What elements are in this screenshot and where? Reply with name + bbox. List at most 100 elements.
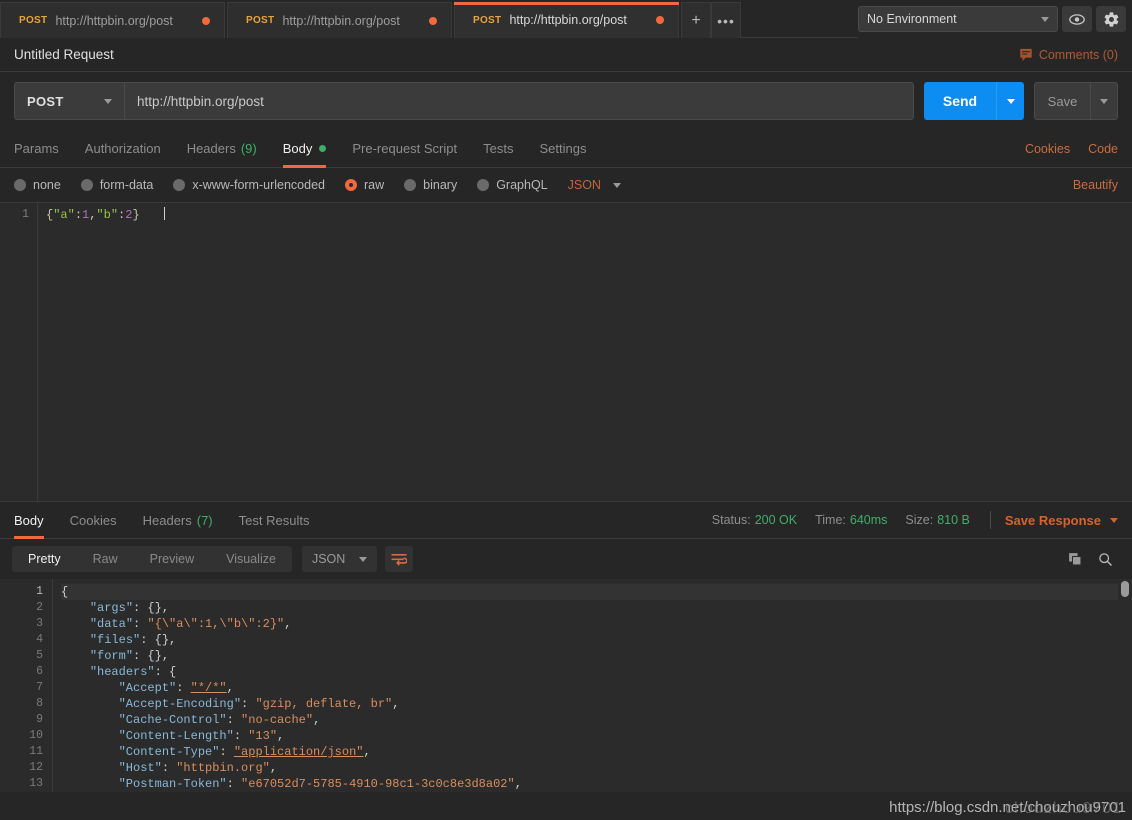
- line-number: 11: [29, 745, 43, 758]
- token-punc: ,: [226, 681, 234, 695]
- tab-label: Pre-request Script: [352, 141, 458, 156]
- token-punc: :: [241, 697, 256, 711]
- response-tab-headers[interactable]: Headers (7): [143, 501, 213, 539]
- tab-strip: POST http://httpbin.org/post POST http:/…: [0, 0, 741, 38]
- word-wrap-button[interactable]: [385, 546, 414, 572]
- line-number: 7: [36, 681, 43, 694]
- tab-options-button[interactable]: •••: [711, 2, 741, 38]
- response-format-selector[interactable]: JSON: [301, 546, 378, 572]
- watermark-overlay: chouzhou9701: [1005, 800, 1122, 817]
- token-sp: [61, 713, 119, 727]
- token-punc: :: [161, 761, 177, 775]
- http-method-selector[interactable]: POST: [14, 82, 124, 120]
- response-code[interactable]: { "args": {}, "data": "{\"a\":1,\"b\":2}…: [52, 579, 1132, 792]
- response-body-viewer[interactable]: 1 2 3 4 5 6 7 8 9 10 11 12 13 { "args": {}, "data": …: [0, 579, 1132, 792]
- body-type-binary[interactable]: binary: [404, 178, 457, 192]
- cookies-link[interactable]: Cookies: [1025, 142, 1070, 156]
- search-response-button[interactable]: [1090, 546, 1120, 572]
- token-sp: [61, 729, 119, 743]
- response-toolbar-right: [1060, 546, 1120, 572]
- tab-settings[interactable]: Settings: [539, 130, 586, 168]
- unsaved-dot-icon: [656, 16, 664, 24]
- view-mode-preview[interactable]: Preview: [134, 546, 210, 572]
- token-str: "gzip, deflate, br": [255, 697, 393, 711]
- code-line: "Content-Length": "13",: [61, 728, 1132, 744]
- body-type-form-data[interactable]: form-data: [80, 178, 154, 192]
- token-sp: [61, 665, 90, 679]
- copy-response-button[interactable]: [1060, 546, 1090, 572]
- request-editor-code[interactable]: {"a":1,"b":2}: [38, 203, 1132, 501]
- settings-button[interactable]: [1096, 6, 1126, 32]
- send-button[interactable]: Send: [924, 82, 996, 120]
- response-tab-test-results[interactable]: Test Results: [239, 501, 310, 539]
- line-number: 5: [36, 649, 43, 662]
- response-scrollbar-thumb[interactable]: [1121, 581, 1129, 597]
- view-mode-visualize[interactable]: Visualize: [210, 546, 292, 572]
- request-body-format-selector[interactable]: JSON: [568, 178, 621, 192]
- token-str: "httpbin.org": [176, 761, 270, 775]
- size-label: Size:: [905, 513, 934, 527]
- request-tab-2[interactable]: POST http://httpbin.org/post: [227, 2, 452, 38]
- token-punc: ,: [514, 777, 522, 791]
- word-wrap-icon: [391, 553, 408, 566]
- body-type-x-www-form-urlencoded[interactable]: x-www-form-urlencoded: [173, 178, 325, 192]
- tab-headers[interactable]: Headers (9): [187, 130, 257, 168]
- token-key: "Host": [118, 761, 162, 775]
- chevron-down-icon: [104, 98, 112, 104]
- tab-body[interactable]: Body: [282, 130, 327, 168]
- code-line: "Accept-Encoding": "gzip, deflate, br",: [61, 696, 1132, 712]
- request-url-input[interactable]: [124, 82, 914, 120]
- code-line: "data": "{\"a\":1,\"b\":2}",: [61, 616, 1132, 632]
- code-line: "Accept": "*/*",: [61, 680, 1132, 696]
- view-mode-pretty[interactable]: Pretty: [12, 546, 77, 572]
- environment-area: No Environment: [858, 0, 1132, 38]
- body-type-graphql[interactable]: GraphQL: [477, 178, 548, 192]
- search-icon: [1098, 552, 1112, 566]
- body-type-raw[interactable]: raw: [345, 178, 384, 192]
- request-tab-3[interactable]: POST http://httpbin.org/post: [454, 2, 679, 38]
- new-tab-button[interactable]: +: [681, 2, 711, 38]
- response-tab-body[interactable]: Body: [14, 501, 44, 539]
- send-options-button[interactable]: [996, 82, 1024, 120]
- save-response-label: Save Response: [1004, 512, 1101, 528]
- code-link[interactable]: Code: [1088, 142, 1118, 156]
- code-line: "Cache-Control": "no-cache",: [61, 712, 1132, 728]
- request-tab-1[interactable]: POST http://httpbin.org/post: [0, 2, 225, 38]
- time-item: Time: 640ms: [815, 513, 887, 527]
- radio-selected-icon: [345, 179, 357, 191]
- comments-button[interactable]: Comments (0): [1019, 48, 1118, 62]
- tab-count: (9): [240, 141, 257, 156]
- url-bar-row: POST Send Save: [0, 72, 1132, 130]
- unsaved-dot-icon: [202, 16, 210, 25]
- environment-quick-look-button[interactable]: [1062, 6, 1092, 32]
- tab-pre-request-script[interactable]: Pre-request Script: [352, 130, 457, 168]
- beautify-button[interactable]: Beautify: [1073, 178, 1118, 192]
- body-type-none[interactable]: none: [14, 178, 61, 192]
- tab-tests[interactable]: Tests: [483, 130, 513, 168]
- view-mode-raw[interactable]: Raw: [77, 546, 134, 572]
- response-scrollbar-track[interactable]: [1118, 579, 1132, 792]
- token-punc: ,: [269, 761, 278, 775]
- environment-selector[interactable]: No Environment: [858, 6, 1058, 32]
- save-response-button[interactable]: Save Response: [1005, 513, 1118, 528]
- token-stru: "*/*": [190, 681, 227, 695]
- token-key: "Content-Length": [118, 729, 234, 743]
- tab-authorization[interactable]: Authorization: [85, 130, 161, 168]
- save-options-button[interactable]: [1090, 82, 1118, 120]
- line-number: 8: [36, 697, 43, 710]
- request-body-editor[interactable]: 1 {"a":1,"b":2}: [0, 202, 1132, 501]
- chevron-down-icon: [612, 182, 621, 188]
- token-colon: :: [74, 208, 83, 222]
- code-line: {: [61, 584, 1132, 600]
- body-type-label: binary: [423, 178, 458, 192]
- chevron-down-icon: [1041, 16, 1049, 22]
- body-type-label: form-data: [99, 178, 154, 192]
- save-button[interactable]: Save: [1034, 82, 1090, 120]
- gear-icon: [1104, 11, 1118, 27]
- response-tab-cookies[interactable]: Cookies: [70, 501, 117, 539]
- token-punc: ,: [284, 617, 292, 631]
- status-value: 200 OK: [754, 513, 798, 527]
- tab-params[interactable]: Params: [14, 130, 59, 168]
- line-number: 12: [29, 761, 43, 774]
- token-punc: ,: [392, 697, 400, 711]
